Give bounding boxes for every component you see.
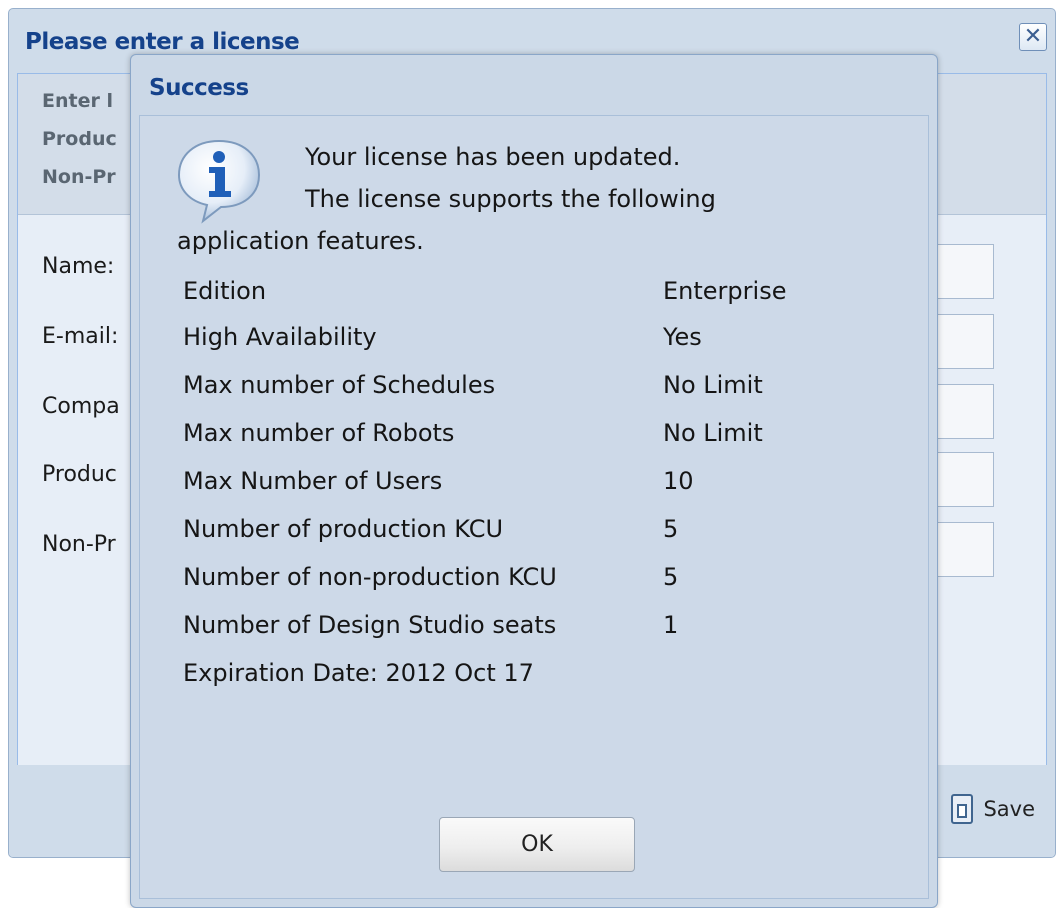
name-label: Name: (42, 254, 115, 279)
info-icon (177, 139, 261, 224)
production-field[interactable] (936, 452, 994, 507)
feature-name: Number of Design Studio seats (183, 611, 557, 639)
success-dialog: Success Your license has been updated. T… (130, 54, 938, 908)
feature-value: No Limit (663, 371, 763, 399)
ok-button[interactable]: OK (439, 817, 635, 872)
feature-value: 5 (663, 563, 679, 591)
feature-value: Yes (663, 323, 702, 351)
feature-name: Max Number of Users (183, 467, 443, 495)
email-label: E-mail: (42, 324, 119, 349)
dialog-title: Success (149, 75, 249, 101)
name-field[interactable] (936, 244, 994, 299)
message-line: Your license has been updated. (305, 143, 681, 171)
company-label: Compa (42, 394, 120, 419)
feature-value: Enterprise (663, 277, 787, 305)
production-label: Produc (42, 462, 117, 487)
license-window-title: Please enter a license (25, 29, 300, 55)
feature-name: Number of production KCU (183, 515, 504, 543)
save-button[interactable]: Save (951, 791, 1035, 827)
feature-value: 10 (663, 467, 694, 495)
feature-name: Max number of Schedules (183, 371, 496, 399)
feature-value: No Limit (663, 419, 763, 447)
instruction-line: Enter l (42, 90, 113, 112)
instruction-line: Produc (42, 128, 117, 150)
feature-name: High Availability (183, 323, 377, 351)
feature-name: Edition (183, 277, 267, 305)
expiration-date: Expiration Date: 2012 Oct 17 (183, 659, 534, 687)
save-label: Save (983, 797, 1035, 821)
ok-label: OK (521, 832, 553, 857)
instruction-line: Non-Pr (42, 166, 116, 188)
email-field[interactable] (936, 314, 994, 369)
feature-name: Number of non-production KCU (183, 563, 557, 591)
non-production-field[interactable] (936, 522, 994, 577)
feature-name: Max number of Robots (183, 419, 455, 447)
message-line: The license supports the following (305, 185, 716, 213)
company-field[interactable] (936, 384, 994, 439)
close-icon[interactable]: ✕ (1019, 23, 1047, 51)
save-icon (951, 794, 974, 824)
feature-value: 1 (663, 611, 679, 639)
non-production-label: Non-Pr (42, 532, 116, 557)
feature-value: 5 (663, 515, 679, 543)
message-line: application features. (177, 227, 424, 255)
